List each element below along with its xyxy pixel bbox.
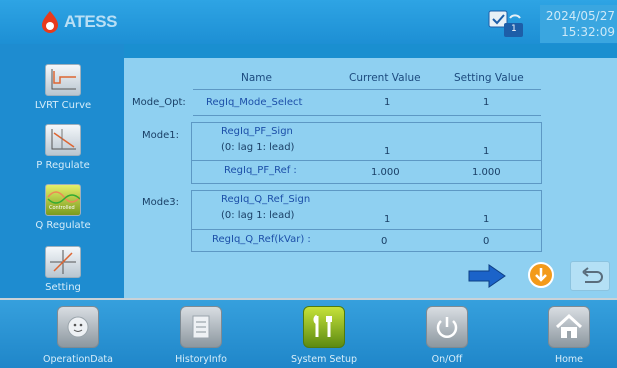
q-regulate-icon: Controlled xyxy=(45,184,81,216)
nav-system-setup[interactable]: System Setup xyxy=(274,306,374,365)
sidebar-label: Setting xyxy=(45,282,81,293)
nav-label: On/Off xyxy=(431,354,463,365)
mode-select-name: RegIq_Mode_Select xyxy=(206,97,303,108)
q-regulate-panel: Name Current Value Setting Value Mode_Op… xyxy=(124,58,617,298)
divider xyxy=(191,160,541,161)
date-text: 2024/05/27 xyxy=(545,9,615,23)
nav-home[interactable]: Home xyxy=(519,306,617,365)
mode-select-current: 1 xyxy=(384,97,391,108)
pf-ref-name: RegIq_PF_Ref : xyxy=(224,165,297,176)
pf-sign-name: RegIq_PF_Sign xyxy=(221,126,293,137)
pf-sign-current: 1 xyxy=(384,146,391,157)
mode-opt-label: Mode_Opt: xyxy=(132,97,186,108)
datetime-display: 2024/05/27 15:32:09 xyxy=(540,5,617,43)
mode1-label: Mode1: xyxy=(142,130,179,141)
sidebar-label: Q Regulate xyxy=(35,220,91,231)
download-icon[interactable] xyxy=(527,261,555,293)
p-regulate-icon xyxy=(45,124,81,156)
q-ref-sign-hint: (0: lag 1: lead) xyxy=(221,210,295,221)
pf-sign-setting[interactable]: 1 xyxy=(483,146,489,157)
sidebar-label: P Regulate xyxy=(36,160,90,171)
logo-text: ATESS xyxy=(64,12,117,31)
pf-ref-setting[interactable]: 1.000 xyxy=(472,167,501,178)
q-ref-kvar-setting[interactable]: 0 xyxy=(483,236,489,247)
sidebar-item-setting[interactable]: Setting xyxy=(8,246,118,293)
sidebar-label: LVRT Curve xyxy=(34,100,92,111)
home-icon xyxy=(548,306,590,348)
q-ref-sign-name: RegIq_Q_Ref_Sign xyxy=(221,194,311,205)
q-ref-kvar-current: 0 xyxy=(381,236,388,247)
nav-label: OperationData xyxy=(43,354,113,365)
nav-label: Home xyxy=(554,354,584,365)
nav-label: HistoryInfo xyxy=(175,354,227,365)
bottom-nav: OperationData HistoryInfo System Setup O… xyxy=(0,298,617,368)
mode3-label: Mode3: xyxy=(142,197,179,208)
time-text: 15:32:09 xyxy=(561,25,615,39)
atess-logo: ATESS xyxy=(38,10,117,34)
switch-screen-icon[interactable]: 1 xyxy=(488,10,524,38)
header-name: Name xyxy=(241,72,272,84)
system-setup-icon xyxy=(303,306,345,348)
header-setting-value: Setting Value xyxy=(454,72,524,84)
q-ref-kvar-name: RegIq_Q_Ref(kVar) : xyxy=(212,234,311,245)
pf-sign-hint: (0: lag 1: lead) xyxy=(221,142,295,153)
power-icon xyxy=(426,306,468,348)
top-bar: ATESS 1 2024/05/27 15:32:09 xyxy=(0,0,617,44)
lvrt-curve-icon xyxy=(45,64,81,96)
header-current-value: Current Value xyxy=(349,72,421,84)
sidebar: LVRT Curve P Regulate Controlled Q Regul… xyxy=(0,44,124,298)
q-ref-sign-current: 1 xyxy=(384,214,391,225)
flame-logo-icon xyxy=(42,11,58,33)
nav-history-info[interactable]: HistoryInfo xyxy=(151,306,251,365)
back-icon[interactable] xyxy=(570,261,610,291)
divider xyxy=(193,115,541,116)
nav-on-off[interactable]: On/Off xyxy=(397,306,497,365)
sidebar-item-lvrt-curve[interactable]: LVRT Curve xyxy=(8,64,118,111)
nav-label: System Setup xyxy=(290,354,358,365)
sidebar-item-p-regulate[interactable]: P Regulate xyxy=(8,124,118,171)
operation-data-icon xyxy=(57,306,99,348)
nav-operation-data[interactable]: OperationData xyxy=(28,306,128,365)
switch-badge: 1 xyxy=(511,24,517,34)
divider xyxy=(191,229,541,230)
pf-ref-current: 1.000 xyxy=(371,167,400,178)
setting-icon xyxy=(45,246,81,278)
next-page-arrow-icon[interactable] xyxy=(467,263,507,293)
history-info-icon xyxy=(180,306,222,348)
sidebar-item-q-regulate[interactable]: Controlled Q Regulate xyxy=(8,184,118,231)
q-regulate-icon-text: Controlled xyxy=(49,205,75,211)
mode-select-setting[interactable]: 1 xyxy=(483,97,489,108)
q-ref-sign-setting[interactable]: 1 xyxy=(483,214,489,225)
divider xyxy=(193,89,541,90)
